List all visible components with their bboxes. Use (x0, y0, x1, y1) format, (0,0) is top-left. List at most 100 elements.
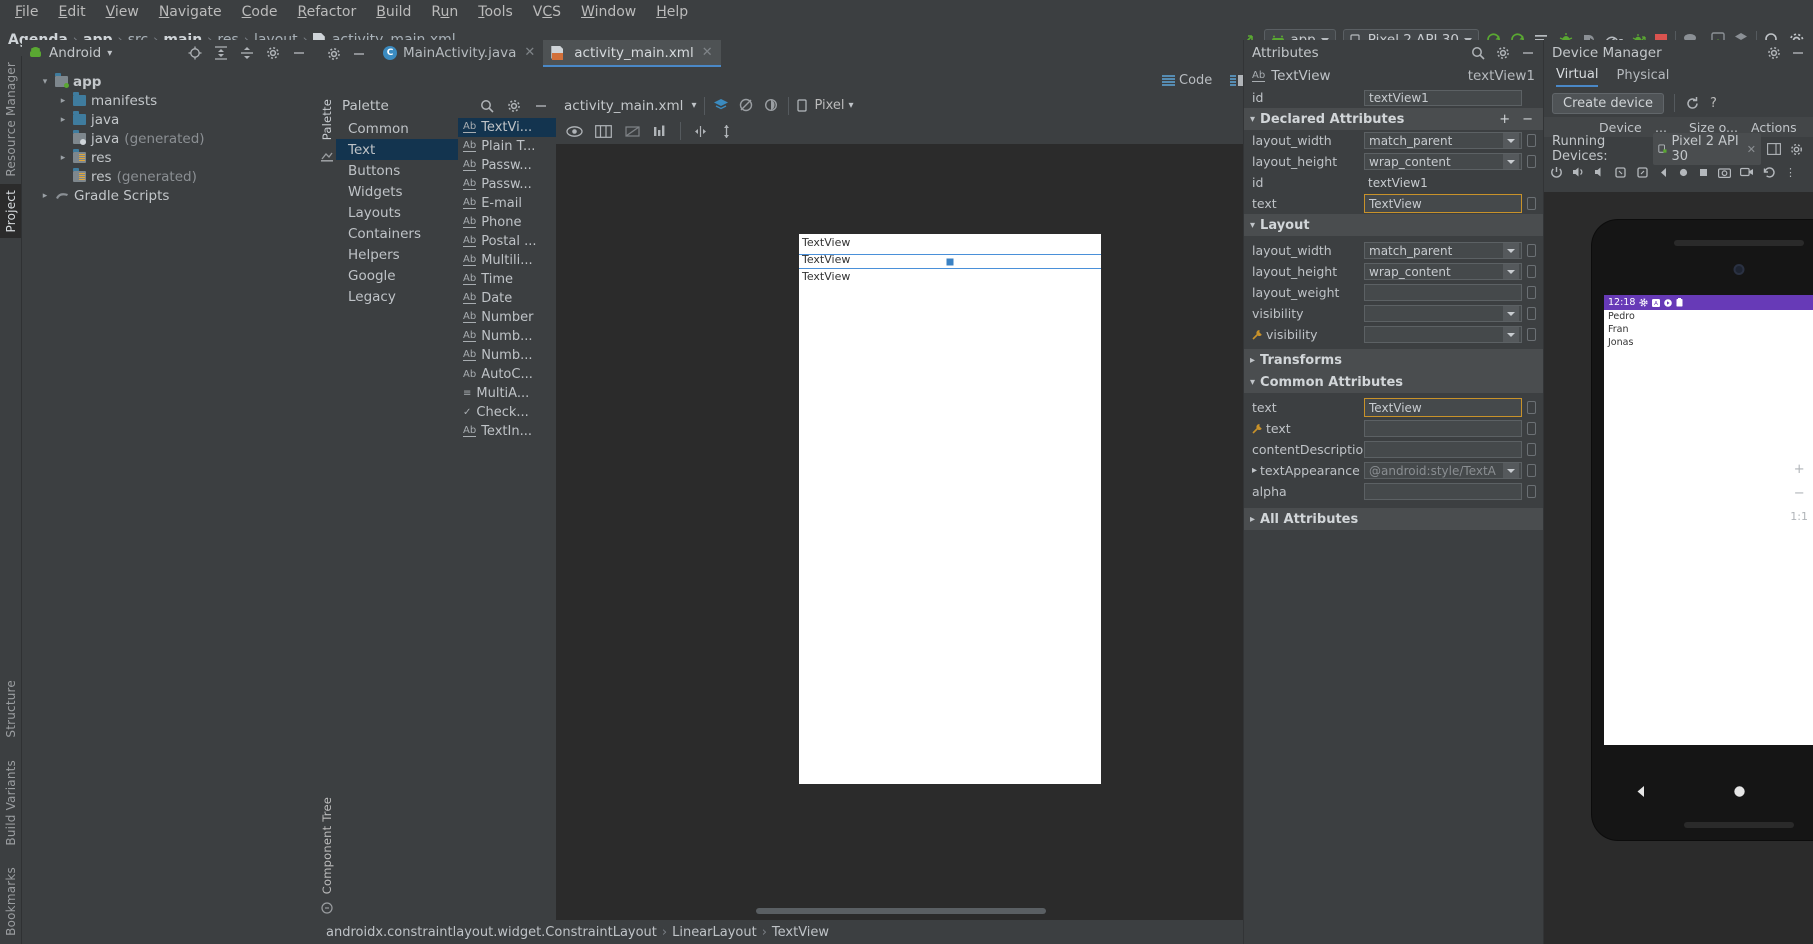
palette-category-layouts[interactable]: Layouts (336, 202, 458, 223)
palette-item-date[interactable]: Ab Date (458, 289, 556, 308)
palette-category-common[interactable]: Common (336, 118, 458, 139)
layout-height-dropdown[interactable]: wrap_content (1364, 153, 1522, 170)
resource-picker[interactable] (1527, 328, 1536, 341)
menu-item-code[interactable]: Code (233, 2, 287, 22)
resource-picker[interactable] (1527, 155, 1536, 168)
menu-item-edit[interactable]: Edit (49, 2, 94, 22)
menu-item-vcs[interactable]: VCS (524, 2, 570, 22)
back-icon[interactable] (1658, 167, 1669, 178)
chevron-right-icon[interactable]: ▸ (1252, 465, 1257, 476)
chevron-down-icon[interactable]: ▾ (40, 77, 50, 87)
settings-gear-icon[interactable] (266, 46, 280, 60)
palette-item-phone[interactable]: Ab Phone (458, 213, 556, 232)
chevron-right-icon[interactable]: ▸ (58, 96, 68, 106)
content-description-input[interactable] (1364, 441, 1522, 458)
help-icon[interactable]: ? (1710, 96, 1717, 111)
palette-item-multiline[interactable]: Ab Multili... (458, 251, 556, 270)
section-transforms[interactable]: ▸ Transforms (1244, 349, 1543, 371)
editor-tab-mainactivity[interactable]: C MainActivity.java ✕ (375, 40, 543, 67)
warnings-icon[interactable] (653, 125, 668, 138)
declared-text-input[interactable]: TextView (1364, 194, 1522, 213)
strip-structure[interactable]: Structure (4, 680, 18, 738)
layout-width-dropdown-2[interactable]: match_parent (1364, 242, 1522, 259)
minimize-icon[interactable] (1521, 46, 1535, 60)
visibility-dropdown[interactable] (1364, 305, 1522, 322)
menu-item-file[interactable]: FFileile (6, 2, 47, 22)
breadcrumb-constraintlayout[interactable]: androidx.constraintlayout.widget.Constra… (326, 925, 657, 940)
tree-node-manifests[interactable]: ▸ manifests (22, 91, 318, 110)
align-horizontal-icon[interactable] (693, 125, 708, 138)
resource-picker[interactable] (1527, 485, 1536, 498)
refresh-icon[interactable] (1685, 96, 1700, 111)
palette-category-legacy[interactable]: Legacy (336, 286, 458, 307)
tab-code[interactable]: Code (1155, 71, 1219, 90)
close-icon[interactable]: ✕ (1747, 143, 1756, 156)
align-vertical-icon[interactable] (720, 124, 733, 139)
section-layout[interactable]: ▾ Layout (1244, 214, 1543, 236)
resource-picker[interactable] (1527, 134, 1536, 147)
layout-height-dropdown-2[interactable]: wrap_content (1364, 263, 1522, 280)
tree-node-java-generated[interactable]: java (generated) (22, 129, 318, 148)
collapse-all-icon[interactable] (240, 46, 254, 60)
selection-box[interactable] (799, 254, 1101, 269)
zoom-out-button[interactable]: − (1794, 486, 1805, 501)
palette-category-text[interactable]: Text (336, 139, 458, 160)
running-device-chip[interactable]: Pixel 2 API 30 ✕ (1652, 133, 1761, 165)
resource-picker[interactable] (1527, 286, 1536, 299)
resource-picker[interactable] (1527, 443, 1536, 456)
text-appearance-dropdown[interactable]: @android:style/TextA (1364, 462, 1522, 479)
section-declared-attributes[interactable]: ▾ Declared Attributes + − (1244, 108, 1543, 130)
emulator-device-frame[interactable]: 12:18 A Pedro Fran Jonas (1592, 220, 1813, 840)
zoom-actual-size-button[interactable]: 1:1 (1790, 510, 1808, 523)
list-item[interactable]: Jonas (1604, 336, 1813, 349)
column-device[interactable]: Device (1599, 120, 1655, 135)
palette-category-google[interactable]: Google (336, 265, 458, 286)
palette-item-textview[interactable]: Ab TextVi... (458, 118, 556, 137)
power-icon[interactable] (1550, 166, 1563, 179)
tree-node-res[interactable]: ▸ res (22, 148, 318, 167)
canvas-horizontal-scrollbar[interactable] (756, 908, 1046, 914)
strip-project[interactable]: Project (4, 184, 18, 238)
palette-category-helpers[interactable]: Helpers (336, 244, 458, 265)
strip-bookmarks[interactable]: Bookmarks (4, 867, 18, 936)
search-icon[interactable] (480, 99, 494, 113)
tab-virtual[interactable]: Virtual (1556, 67, 1599, 87)
common-text-input[interactable]: TextView (1364, 398, 1522, 417)
layout-weight-input[interactable] (1364, 284, 1522, 301)
settings-gear-icon[interactable] (507, 99, 521, 113)
tree-node-gradle-scripts[interactable]: ▸ Gradle Scripts (22, 186, 318, 205)
screenshot-icon[interactable] (1718, 167, 1731, 178)
strip-palette-label[interactable]: Palette (320, 99, 334, 140)
volume-up-icon[interactable] (1572, 166, 1585, 178)
menu-item-build[interactable]: Build (367, 2, 420, 22)
blueprint-icon[interactable] (595, 124, 612, 138)
color-blind-icon[interactable] (763, 98, 780, 113)
breadcrumb-textview[interactable]: TextView (772, 925, 829, 940)
tools-text-input[interactable] (1364, 420, 1522, 437)
column-actions[interactable]: Actions (1751, 120, 1813, 135)
target-icon[interactable] (188, 46, 202, 60)
palette-item-password[interactable]: Ab Passw... (458, 156, 556, 175)
section-common-attributes[interactable]: ▾ Common Attributes (1244, 371, 1543, 393)
layers-icon[interactable] (713, 98, 730, 113)
settings-gear-icon[interactable] (327, 47, 341, 61)
minimize-icon[interactable] (352, 47, 366, 61)
resource-picker[interactable] (1527, 265, 1536, 278)
device-preview-selector[interactable]: Pixel ▾ (797, 98, 854, 113)
no-constraints-icon[interactable] (624, 125, 641, 138)
tree-node-java[interactable]: ▸ java (22, 110, 318, 129)
palette-category-containers[interactable]: Containers (336, 223, 458, 244)
resource-picker[interactable] (1527, 244, 1536, 257)
history-icon[interactable] (1763, 166, 1776, 179)
resource-picker[interactable] (1527, 464, 1536, 477)
minimize-icon[interactable] (534, 99, 548, 113)
palette-category-widgets[interactable]: Widgets (336, 181, 458, 202)
palette-item-number-signed[interactable]: Ab Numb... (458, 327, 556, 346)
menu-item-help[interactable]: Help (647, 2, 697, 22)
settings-gear-icon[interactable] (1767, 46, 1781, 60)
menu-item-tools[interactable]: Tools (469, 2, 522, 22)
settings-gear-icon[interactable] (1790, 143, 1803, 156)
section-all-attributes[interactable]: ▸ All Attributes (1244, 508, 1543, 530)
strip-build-variants[interactable]: Build Variants (4, 760, 18, 846)
create-device-button[interactable]: Create device (1552, 92, 1665, 114)
